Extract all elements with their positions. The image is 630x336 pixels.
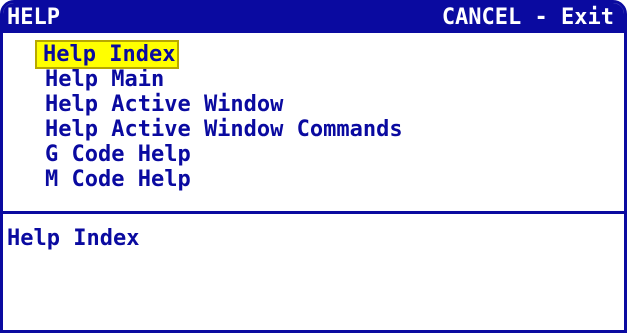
title-bar: HELP CANCEL - Exit [3,3,624,33]
menu-item-label: Help Active Window [45,92,284,117]
help-menu-list: Help Index Help Main Help Active Window … [3,33,624,214]
menu-item-g-code-help[interactable]: G Code Help [3,142,624,167]
menu-item-label: Help Index [34,40,180,69]
menu-item-help-active-window-commands[interactable]: Help Active Window Commands [3,117,624,142]
window-title: HELP [7,5,60,30]
menu-item-help-active-window[interactable]: Help Active Window [3,92,624,117]
menu-item-label: Help Main [45,67,165,92]
description-panel: Help Index [3,214,624,330]
help-window: HELP CANCEL - Exit Help Index Help Main … [0,0,627,333]
menu-item-m-code-help[interactable]: M Code Help [3,167,624,192]
menu-item-help-main[interactable]: Help Main [3,67,624,92]
menu-item-label: G Code Help [45,142,191,167]
menu-item-label: Help Active Window Commands [45,117,403,142]
menu-item-help-index[interactable]: Help Index [3,40,624,69]
description-text: Help Index [7,226,140,251]
menu-item-label: M Code Help [45,167,191,192]
cancel-exit-hint: CANCEL - Exit [441,5,614,30]
